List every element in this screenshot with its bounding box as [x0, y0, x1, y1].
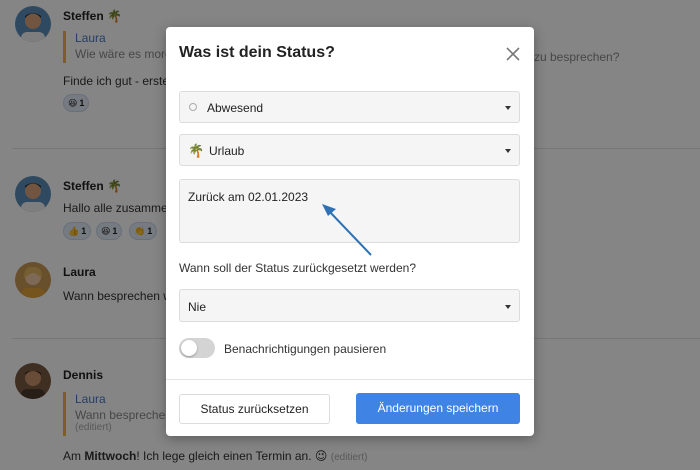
status-dialog: Was ist dein Status? Abwesend 🌴 Urlaub Z…	[166, 27, 534, 436]
footer-divider	[166, 379, 534, 380]
pause-notifications-toggle[interactable]	[179, 338, 215, 358]
close-icon[interactable]	[503, 44, 523, 64]
status-message-input[interactable]: Zurück am 02.01.2023	[179, 179, 520, 243]
status-message-text: Zurück am 02.01.2023	[188, 190, 309, 204]
dialog-title: Was ist dein Status?	[179, 44, 335, 61]
reset-time-select[interactable]: Nie	[179, 289, 520, 322]
chevron-down-icon	[505, 149, 511, 153]
save-changes-button[interactable]: Änderungen speichern	[356, 393, 520, 424]
chevron-down-icon	[505, 305, 511, 309]
pause-notifications-label: Benachrichtigungen pausieren	[224, 342, 387, 356]
presence-value: Abwesend	[207, 101, 264, 115]
reset-time-value: Nie	[188, 300, 207, 314]
presence-circle-icon	[189, 103, 197, 111]
toggle-knob	[181, 340, 197, 356]
status-type-select[interactable]: 🌴 Urlaub	[179, 134, 520, 166]
reset-question-label: Wann soll der Status zurückgesetzt werde…	[179, 261, 417, 275]
status-type-value: Urlaub	[209, 144, 245, 158]
reset-status-button[interactable]: Status zurücksetzen	[179, 394, 330, 424]
palm-tree-icon: 🌴	[188, 143, 205, 158]
chevron-down-icon	[505, 106, 511, 110]
presence-select[interactable]: Abwesend	[179, 91, 520, 123]
